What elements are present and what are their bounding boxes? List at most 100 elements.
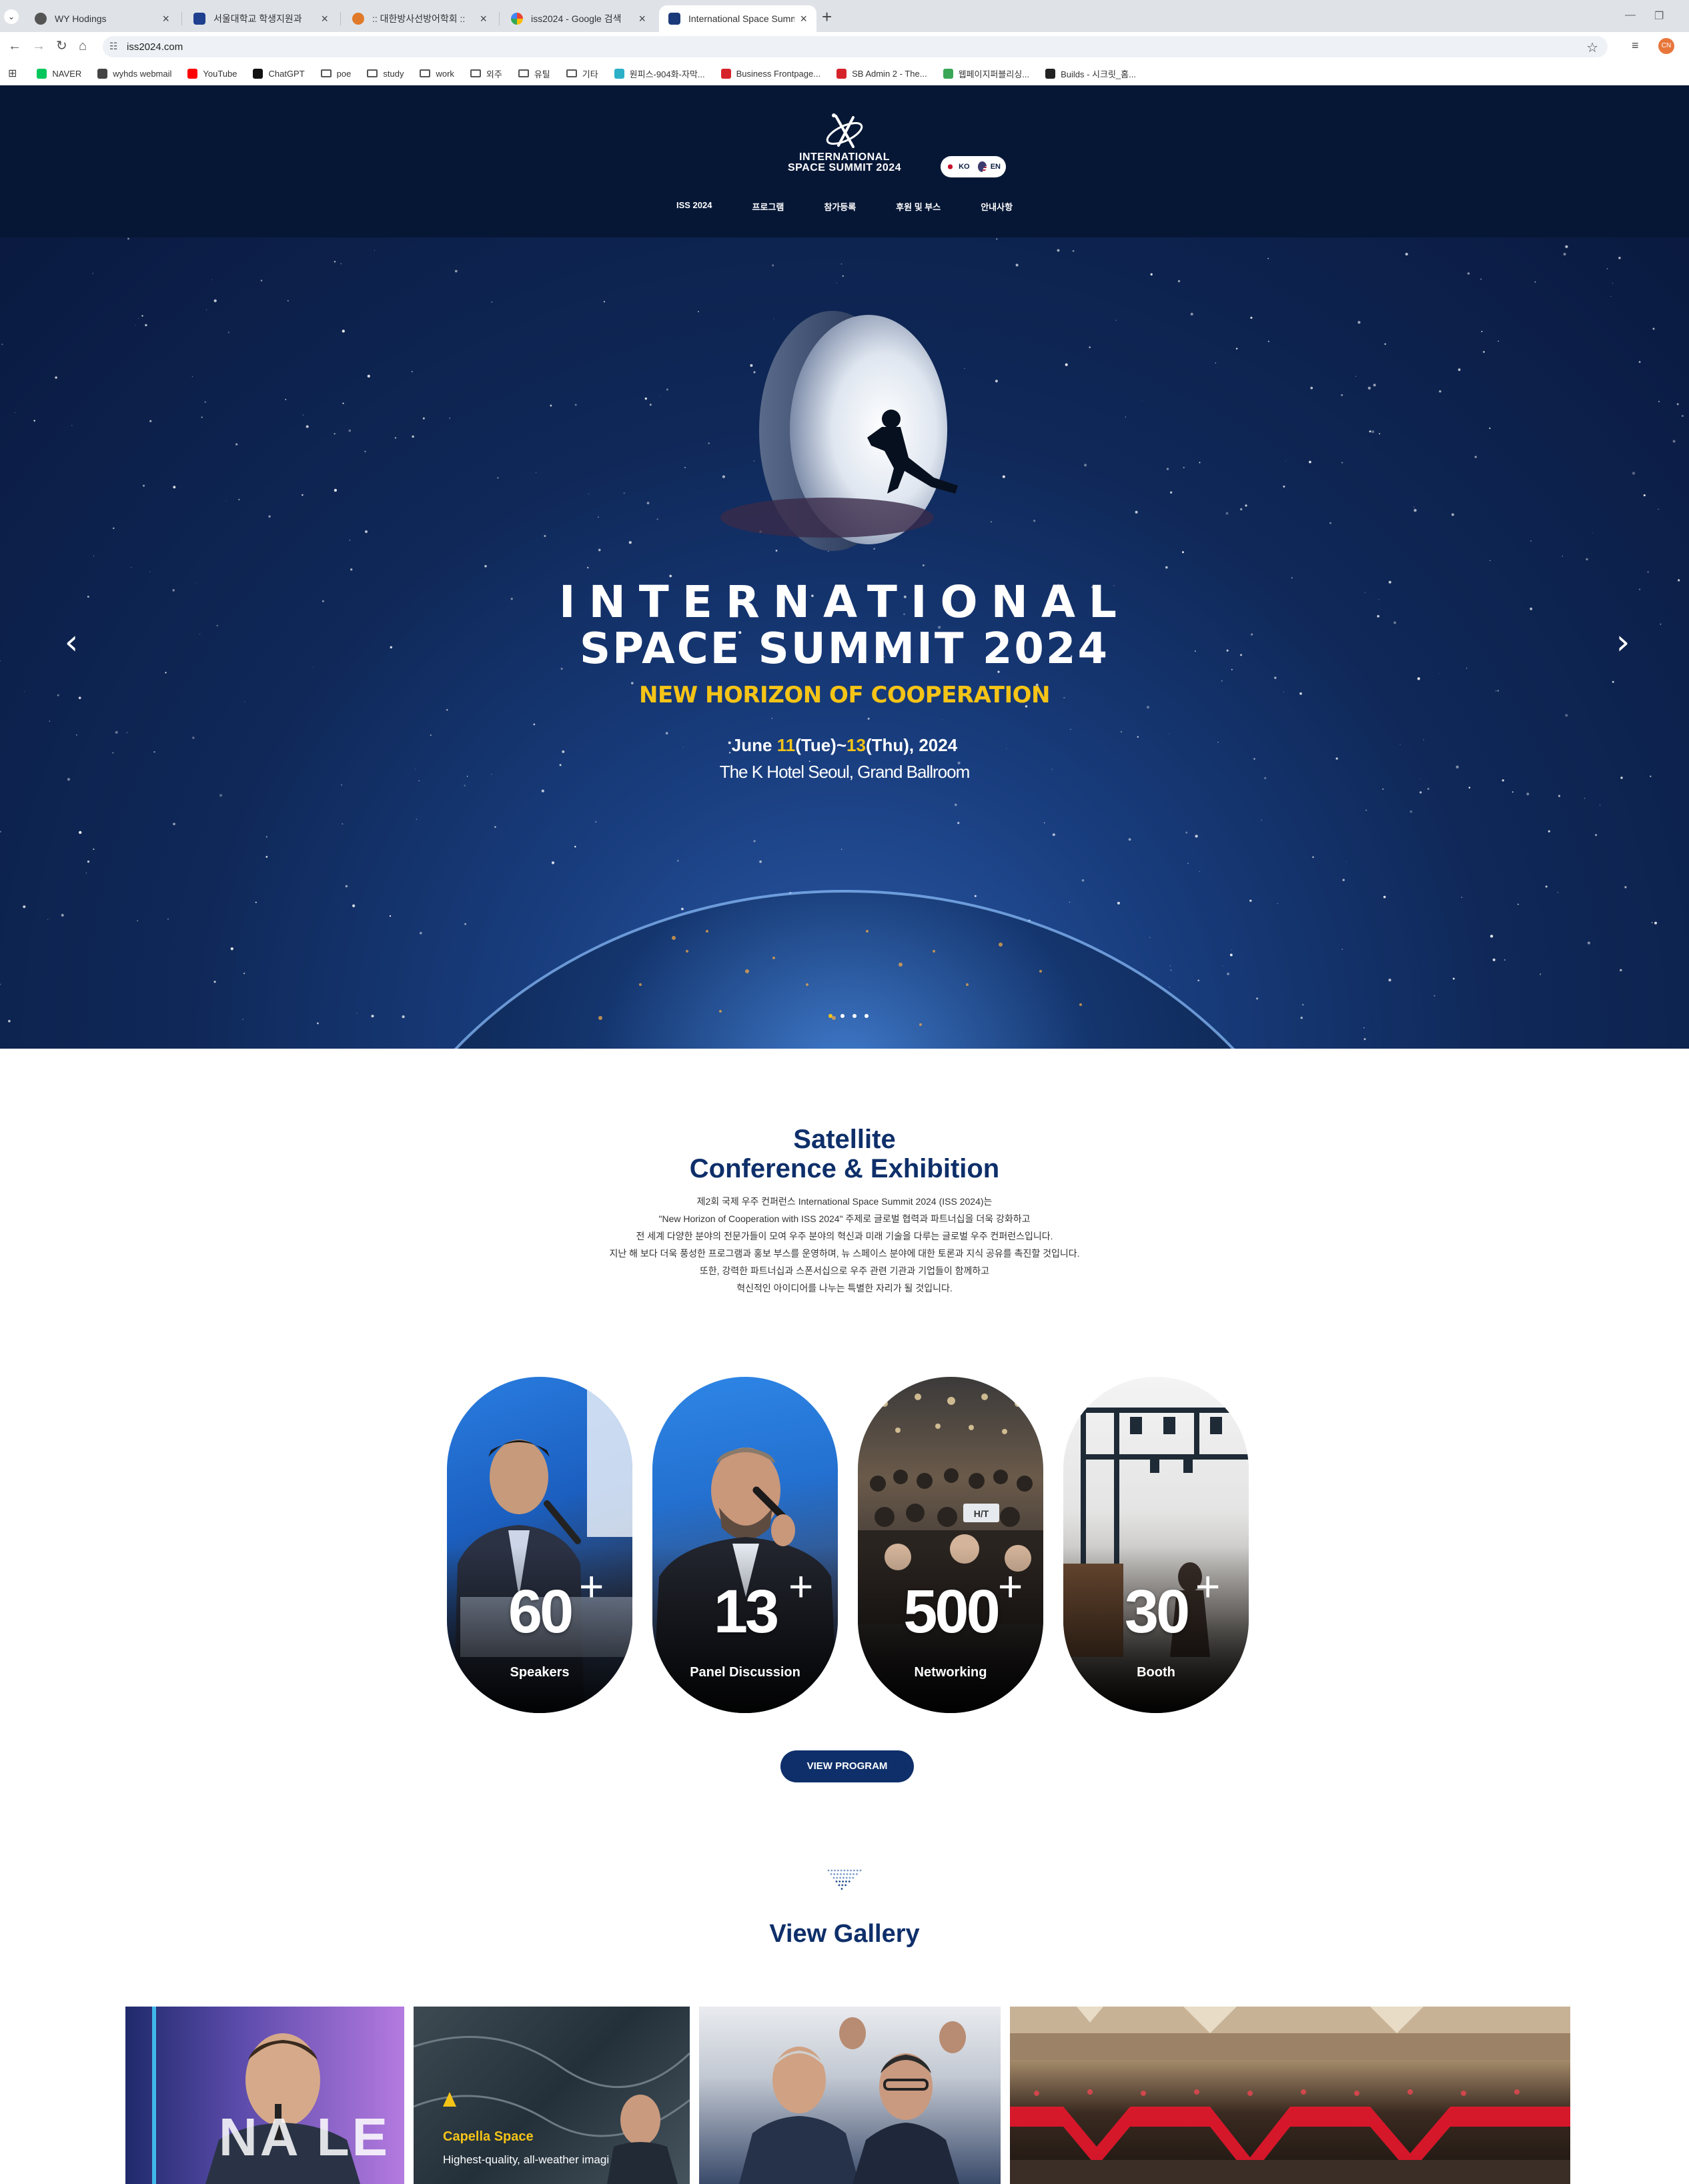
bookmark-label: Builds - 시크릿_홈... (1061, 69, 1136, 79)
bookmark-label: 웹페이지퍼블리싱... (958, 69, 1030, 79)
reload-icon[interactable]: ↻ (56, 39, 67, 53)
gallery-photo-2[interactable]: Capella Space Highest-quality, all-weath… (414, 2007, 690, 2184)
stat-label: Networking (914, 1665, 987, 1680)
slider-next-icon[interactable]: › (1613, 625, 1633, 660)
close-tab-icon[interactable]: × (321, 12, 328, 26)
intro-line: 지난 해 보다 더욱 풍성한 프로그램과 홍보 부스를 운영하며, 뉴 스페이스… (609, 1248, 1080, 1259)
tab-radiation-society[interactable]: :: 대한방사선방어학회 :: × (343, 5, 496, 32)
bookmark-folder[interactable]: study (367, 69, 404, 79)
back-icon[interactable]: ← (8, 39, 21, 53)
new-tab-button[interactable]: + (822, 8, 832, 25)
browser-chrome: ⌄ WY Hodings × 서울대학교 학생지원과 × :: 대한방사선방어학… (0, 0, 1689, 85)
stat-label: Booth (1137, 1665, 1175, 1680)
gallery-title: View Gallery (769, 1920, 920, 1948)
stat-card-panel[interactable]: 13 + Panel Discussion (652, 1377, 838, 1713)
close-tab-icon[interactable]: × (480, 12, 487, 26)
slider-dot[interactable] (865, 1014, 869, 1018)
tab-search-icon[interactable]: ⌄ (4, 9, 19, 24)
nav-program[interactable]: 프로그램 (752, 200, 784, 213)
bookmark-link[interactable]: SB Admin 2 - The... (836, 68, 927, 79)
slider-dot[interactable] (840, 1014, 844, 1018)
nav-information[interactable]: 안내사항 (981, 200, 1013, 213)
tab-wy-hodings[interactable]: WY Hodings × (25, 5, 179, 32)
tab-title: International Space Summit 2 (688, 13, 795, 24)
nav-registration[interactable]: 참가등록 (824, 200, 856, 213)
slider-prev-icon[interactable]: ‹ (61, 625, 81, 660)
bookmark-folder[interactable]: work (420, 69, 454, 79)
gallery-photo-4[interactable] (1010, 2007, 1570, 2184)
url-text[interactable]: iss2024.com (127, 41, 183, 53)
apps-grid-icon[interactable]: ⊞ (8, 67, 17, 80)
gallery-photo-1[interactable]: NA LE (125, 2007, 404, 2184)
close-tab-icon[interactable]: × (800, 12, 807, 26)
date-suffix: (Thu), 2024 (865, 735, 958, 755)
intro-line: 전 세계 다양한 분야의 전문가들이 모여 우주 분야의 혁신과 미래 기술을 … (636, 1231, 1053, 1241)
intro-title-line2: Conference & Exhibition (689, 1154, 1000, 1183)
language-switch[interactable]: KO EN (941, 156, 1006, 177)
intro-line: "New Horizon of Cooperation with ISS 202… (658, 1213, 1031, 1224)
bookmark-label: 기타 (582, 69, 598, 79)
profile-avatar[interactable]: CN (1658, 38, 1674, 54)
slider-dot[interactable] (853, 1014, 857, 1018)
stat-card-networking[interactable]: H/T 500 + Networking (858, 1377, 1043, 1713)
forward-icon[interactable]: → (32, 39, 45, 53)
bookmark-link[interactable]: 웹페이지퍼블리싱... (943, 67, 1030, 80)
intro-line: 제2회 국제 우주 컨퍼런스 International Space Summi… (696, 1196, 993, 1207)
folder-icon (470, 69, 481, 77)
bookmark-link[interactable]: YouTube (187, 68, 237, 79)
date-day1: 11 (776, 735, 796, 755)
iss-logo[interactable]: INTERNATIONAL SPACE SUMMIT 2024 (784, 112, 905, 179)
reading-list-icon[interactable]: ≡ (1632, 39, 1639, 53)
ht-sign-text: H/T (974, 1508, 989, 1519)
nav-sponsor-booth[interactable]: 후원 및 부스 (896, 200, 941, 213)
stat-card-speakers[interactable]: 60 + Speakers (447, 1377, 632, 1713)
bookmark-link[interactable]: NAVER (37, 68, 81, 79)
restore-icon[interactable]: ❐ (1654, 9, 1664, 23)
lang-en[interactable]: EN (991, 163, 1001, 171)
view-program-button[interactable]: VIEW PROGRAM (780, 1750, 914, 1782)
earth (456, 891, 1233, 1049)
stat-card-booth[interactable]: 30 + Booth (1063, 1377, 1249, 1713)
logo-text-line2: SPACE SUMMIT 2024 (787, 162, 902, 173)
home-icon[interactable]: ⌂ (79, 39, 87, 53)
nav-iss2024[interactable]: ISS 2024 (676, 200, 712, 213)
bookmark-folder[interactable]: 기타 (566, 67, 598, 80)
intro-line: 혁신적인 아이디어를 나누는 특별한 자리가 될 것입니다. (736, 1283, 953, 1293)
bookmark-label: ChatGPT (268, 68, 305, 79)
lang-ko[interactable]: KO (959, 163, 970, 171)
bookmark-label: work (436, 68, 454, 79)
bookmark-link[interactable]: wyhds webmail (97, 68, 172, 79)
bookmark-star-icon[interactable]: ☆ (1586, 39, 1598, 56)
bookmark-label: wyhds webmail (113, 68, 172, 79)
hero-title-line1: INTERNATIONAL (559, 576, 1130, 628)
intro-description: 제2회 국제 우주 컨퍼런스 International Space Summi… (0, 1193, 1689, 1297)
bookmark-label: 유틸 (534, 69, 550, 79)
close-tab-icon[interactable]: × (162, 12, 169, 26)
bookmark-link[interactable]: Business Frontpage... (720, 68, 820, 79)
stat-label: Speakers (510, 1665, 570, 1680)
google-icon (511, 13, 523, 25)
site-info-icon[interactable]: ☷ (109, 41, 118, 52)
bookmark-link[interactable]: Builds - 시크릿_홈... (1045, 67, 1136, 80)
bookmark-link[interactable]: 원피스-904화-자막... (614, 67, 705, 80)
stat-plus: + (998, 1562, 1023, 1610)
close-tab-icon[interactable]: × (638, 12, 646, 26)
photo-1-backdrop-text: NA LE (219, 2107, 391, 2167)
bookmark-folder[interactable]: poe (320, 68, 352, 79)
bookmark-link[interactable]: ChatGPT (253, 68, 305, 79)
main-nav: ISS 2024 프로그램 참가등록 후원 및 부스 안내사항 (0, 200, 1689, 213)
minimize-icon[interactable]: — (1625, 9, 1636, 21)
tab-snu[interactable]: 서울대학교 학생지원과 × (184, 5, 338, 32)
logo-text-line1: INTERNATIONAL (799, 151, 890, 163)
slider-dot[interactable] (828, 1014, 832, 1018)
bookmark-folder[interactable]: 유틸 (518, 67, 550, 80)
tab-google-search[interactable]: iss2024 - Google 검색 × (502, 5, 655, 32)
stat-value: 30 (1124, 1578, 1190, 1646)
intro-line: 또한, 강력한 파트너십과 스폰서십으로 우주 관련 기관과 기업들이 함께하고 (699, 1265, 990, 1276)
address-bar[interactable]: ☷ iss2024.com ☆ (103, 36, 1608, 57)
bookmark-label: 원피스-904화-자막... (629, 69, 705, 79)
bookmark-label: poe (336, 68, 352, 79)
bookmark-folder[interactable]: 외주 (470, 67, 502, 80)
tab-iss2024[interactable]: International Space Summit 2 × (659, 5, 816, 32)
gallery-photo-3[interactable] (699, 2007, 1001, 2184)
